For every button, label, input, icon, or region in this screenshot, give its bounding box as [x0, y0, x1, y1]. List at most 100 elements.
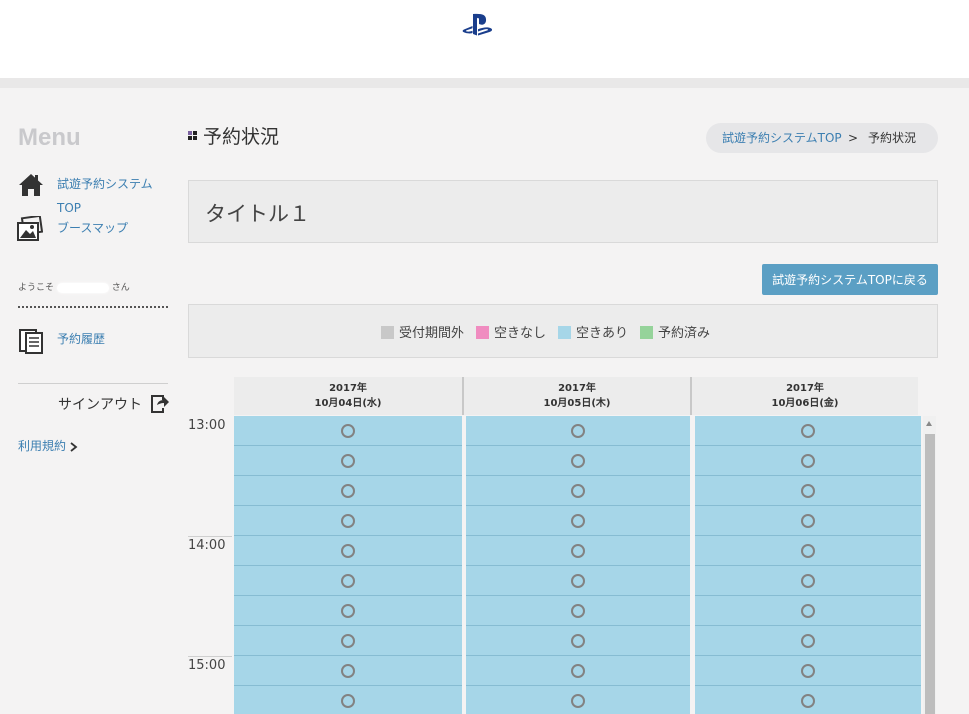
time-slot-cell[interactable]	[695, 656, 921, 686]
day-header-year: 2017年	[786, 383, 824, 394]
circle-available-icon[interactable]	[341, 604, 355, 618]
legend-swatch	[558, 326, 572, 339]
time-slot-cell[interactable]	[234, 536, 462, 566]
time-slot-row	[234, 566, 921, 596]
circle-available-icon[interactable]	[571, 604, 585, 618]
time-divider	[188, 656, 232, 657]
breadcrumb-link-top[interactable]: 試遊予約システムTOP	[722, 123, 842, 153]
sidebar-item-history[interactable]: 予約履歴	[57, 327, 105, 351]
time-slot-cell[interactable]	[234, 476, 462, 506]
circle-available-icon[interactable]	[571, 514, 585, 528]
time-slot-cell[interactable]	[695, 626, 921, 656]
time-slot-cell[interactable]	[466, 596, 690, 626]
circle-available-icon[interactable]	[341, 574, 355, 588]
site-header	[0, 0, 969, 78]
time-slot-cell[interactable]	[466, 536, 690, 566]
time-slot-cell[interactable]	[234, 416, 462, 446]
circle-available-icon[interactable]	[341, 664, 355, 678]
circle-available-icon[interactable]	[341, 544, 355, 558]
circle-available-icon[interactable]	[571, 634, 585, 648]
time-slot-row	[234, 596, 921, 626]
grid-bullet-icon	[188, 131, 197, 140]
terms-link[interactable]: 利用規約	[18, 437, 78, 454]
time-slot-cell[interactable]	[695, 476, 921, 506]
circle-available-icon[interactable]	[801, 544, 815, 558]
day-header-date: 10月06日(金)	[771, 398, 839, 409]
circle-available-icon[interactable]	[801, 514, 815, 528]
circle-available-icon[interactable]	[801, 604, 815, 618]
photo-map-icon	[17, 216, 43, 241]
time-slot-row	[234, 656, 921, 686]
back-to-top-button[interactable]: 試遊予約システムTOPに戻る	[762, 264, 938, 295]
legend-label: 空きなし	[494, 326, 547, 341]
page-title: 予約状況	[188, 122, 279, 149]
time-slot-row	[234, 626, 921, 656]
time-slot-cell[interactable]	[466, 656, 690, 686]
circle-available-icon[interactable]	[801, 454, 815, 468]
circle-available-icon[interactable]	[341, 694, 355, 708]
circle-available-icon[interactable]	[801, 424, 815, 438]
sidebar-item-booth-map[interactable]: ブースマップ	[57, 216, 128, 240]
circle-available-icon[interactable]	[341, 424, 355, 438]
time-slot-cell[interactable]	[466, 476, 690, 506]
legend-label: 空きあり	[576, 326, 629, 341]
time-slot-cell[interactable]	[234, 446, 462, 476]
time-slot-cell[interactable]	[466, 446, 690, 476]
circle-available-icon[interactable]	[341, 634, 355, 648]
signout-icon[interactable]	[151, 395, 169, 413]
time-slot-cell[interactable]	[466, 626, 690, 656]
time-slot-row	[234, 506, 921, 536]
chevron-right-icon	[70, 441, 78, 452]
schedule-grid	[234, 416, 921, 714]
time-slot-cell[interactable]	[234, 566, 462, 596]
playstation-logo-icon[interactable]	[460, 12, 496, 38]
time-slot-cell[interactable]	[695, 566, 921, 596]
scrollbar-thumb[interactable]	[925, 434, 935, 714]
day-header-year: 2017年	[558, 383, 596, 394]
welcome-prefix: ようこそ	[18, 283, 55, 293]
time-slot-cell[interactable]	[695, 596, 921, 626]
time-slot-row	[234, 446, 921, 476]
scroll-up-icon[interactable]	[926, 421, 932, 426]
circle-available-icon[interactable]	[571, 574, 585, 588]
time-slot-cell[interactable]	[466, 686, 690, 714]
time-slot-cell[interactable]	[695, 506, 921, 536]
circle-available-icon[interactable]	[341, 454, 355, 468]
circle-available-icon[interactable]	[801, 634, 815, 648]
time-slot-cell[interactable]	[466, 416, 690, 446]
circle-available-icon[interactable]	[801, 664, 815, 678]
circle-available-icon[interactable]	[801, 694, 815, 708]
circle-available-icon[interactable]	[571, 664, 585, 678]
breadcrumb: 試遊予約システムTOP > 予約状況	[706, 123, 938, 153]
time-slot-cell[interactable]	[695, 686, 921, 714]
circle-available-icon[interactable]	[571, 424, 585, 438]
circle-available-icon[interactable]	[341, 484, 355, 498]
circle-available-icon[interactable]	[571, 694, 585, 708]
time-slot-cell[interactable]	[466, 566, 690, 596]
circle-available-icon[interactable]	[801, 484, 815, 498]
signout-link[interactable]: サインアウト	[58, 394, 142, 414]
sidebar-item-top-line1[interactable]: 試遊予約システム	[57, 172, 153, 196]
time-slot-cell[interactable]	[234, 596, 462, 626]
time-slot-cell[interactable]	[695, 416, 921, 446]
circle-available-icon[interactable]	[571, 484, 585, 498]
time-slot-cell[interactable]	[234, 656, 462, 686]
welcome-suffix: さん	[111, 283, 130, 293]
day-header-date: 10月04日(水)	[314, 398, 382, 409]
time-slot-cell[interactable]	[234, 626, 462, 656]
terms-label: 利用規約	[18, 439, 67, 453]
breadcrumb-separator: >	[848, 131, 859, 145]
circle-available-icon[interactable]	[571, 544, 585, 558]
time-slot-cell[interactable]	[234, 686, 462, 714]
legend-label: 受付期間外	[399, 326, 465, 341]
time-slot-cell[interactable]	[695, 536, 921, 566]
circle-available-icon[interactable]	[801, 574, 815, 588]
time-label: 15:00	[188, 658, 226, 673]
circle-available-icon[interactable]	[571, 454, 585, 468]
time-slot-cell[interactable]	[234, 506, 462, 536]
circle-available-icon[interactable]	[341, 514, 355, 528]
event-title-box: タイトル１	[188, 180, 938, 243]
day-header-year: 2017年	[329, 383, 367, 394]
time-slot-cell[interactable]	[695, 446, 921, 476]
time-slot-cell[interactable]	[466, 506, 690, 536]
